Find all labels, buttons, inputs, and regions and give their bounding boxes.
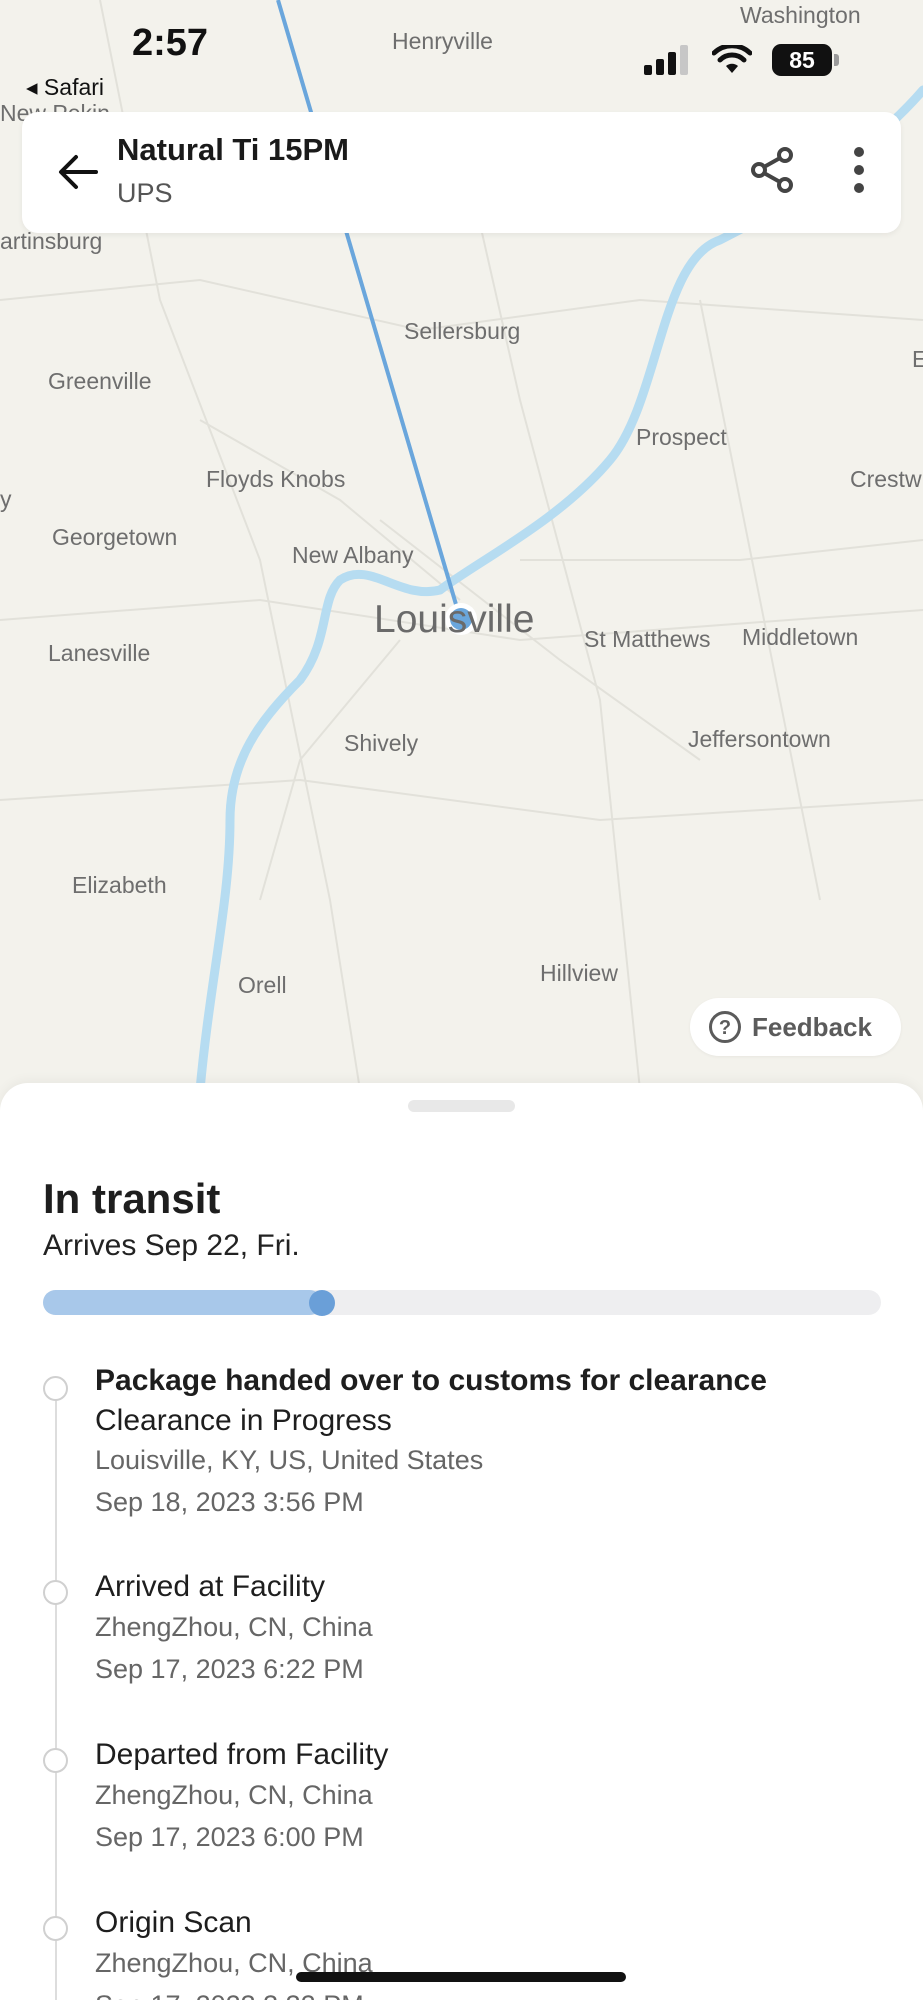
- map-label-st-matthews: St Matthews: [584, 626, 711, 652]
- map-label-orell: Orell: [238, 972, 287, 998]
- carrier-name: UPS: [117, 178, 173, 208]
- timeline-line: [55, 1378, 57, 2000]
- status-icons: 85: [644, 44, 839, 76]
- map-label-edge-y: y: [0, 486, 12, 512]
- map-label-new-albany: New Albany: [292, 542, 414, 568]
- share-icon: [751, 147, 793, 193]
- cellular-signal-icon: [644, 45, 688, 75]
- home-indicator[interactable]: [296, 1972, 626, 1982]
- map-label-washington: Washington: [740, 2, 861, 28]
- shipment-status: In transit: [43, 1175, 221, 1222]
- wifi-icon: [712, 45, 752, 73]
- event-title: Arrived at Facility: [95, 1570, 326, 1603]
- map-label-greenville: Greenville: [48, 368, 152, 394]
- map-label-sellersburg: Sellersburg: [404, 318, 521, 344]
- event-title: Departed from Facility: [95, 1738, 389, 1771]
- more-vertical-icon: [854, 147, 864, 193]
- feedback-button[interactable]: ? Feedback: [690, 998, 901, 1056]
- timeline-dot: [43, 1748, 68, 1773]
- map-label-jeffersontown: Jeffersontown: [688, 726, 831, 752]
- timeline-dot: [43, 1376, 68, 1401]
- back-to-safari-link[interactable]: ◂ Safari: [26, 74, 104, 101]
- event-location: ZhengZhou, CN, China: [95, 1780, 373, 1810]
- event-time: Sep 17, 2023 6:00 PM: [95, 1822, 364, 1852]
- map-label-henryville: Henryville: [392, 28, 493, 54]
- map-label-shively: Shively: [344, 730, 419, 756]
- svg-text:?: ?: [719, 1017, 731, 1039]
- map-label-floyds-knobs: Floyds Knobs: [206, 466, 346, 492]
- status-time: 2:57: [132, 22, 209, 64]
- map-label-middletown: Middletown: [742, 624, 859, 650]
- progress-knob: [309, 1290, 335, 1316]
- back-button[interactable]: [48, 142, 108, 202]
- arrow-left-icon: [59, 155, 98, 189]
- feedback-label: Feedback: [752, 1011, 872, 1042]
- timeline-dot: [43, 1580, 68, 1605]
- map-label-elizabeth: Elizabeth: [72, 872, 167, 898]
- event-location: Louisville, KY, US, United States: [95, 1445, 484, 1475]
- map-label-edge-e: E: [912, 346, 923, 372]
- event-location: ZhengZhou, CN, China: [95, 1612, 373, 1642]
- event-title: Origin Scan: [95, 1906, 252, 1939]
- share-button[interactable]: [740, 138, 804, 202]
- event-subtitle: Clearance in Progress: [95, 1404, 392, 1437]
- map-label-georgetown: Georgetown: [52, 524, 178, 550]
- timeline-dot: [43, 1916, 68, 1941]
- event-time: Sep 17, 2023 3:32 PM: [95, 1990, 364, 2000]
- event-time: Sep 17, 2023 6:22 PM: [95, 1654, 364, 1684]
- map-label-lanesville: Lanesville: [48, 640, 151, 666]
- map-label-louisville: Louisville: [374, 598, 535, 641]
- progress-fill: [43, 1290, 322, 1315]
- battery-level: 85: [772, 44, 832, 76]
- battery-icon: 85: [772, 44, 839, 76]
- package-title: Natural Ti 15PM: [117, 132, 350, 167]
- map-label-crestwood: Crestw: [850, 466, 922, 492]
- map-label-hillview: Hillview: [540, 960, 618, 986]
- event-title: Package handed over to customs for clear…: [95, 1364, 767, 1397]
- sheet-grabber[interactable]: [408, 1100, 515, 1112]
- header-card: Natural Ti 15PM UPS: [22, 112, 901, 233]
- map-label-prospect: Prospect: [636, 424, 727, 450]
- more-options-button[interactable]: [834, 138, 884, 202]
- delivery-progress-bar: [43, 1290, 881, 1316]
- help-circle-icon: ?: [709, 1011, 741, 1043]
- event-time: Sep 18, 2023 3:56 PM: [95, 1487, 364, 1517]
- tracking-sheet[interactable]: In transit Arrives Sep 22, Fri. Package …: [0, 1083, 923, 2000]
- arrival-date: Arrives Sep 22, Fri.: [43, 1229, 300, 1262]
